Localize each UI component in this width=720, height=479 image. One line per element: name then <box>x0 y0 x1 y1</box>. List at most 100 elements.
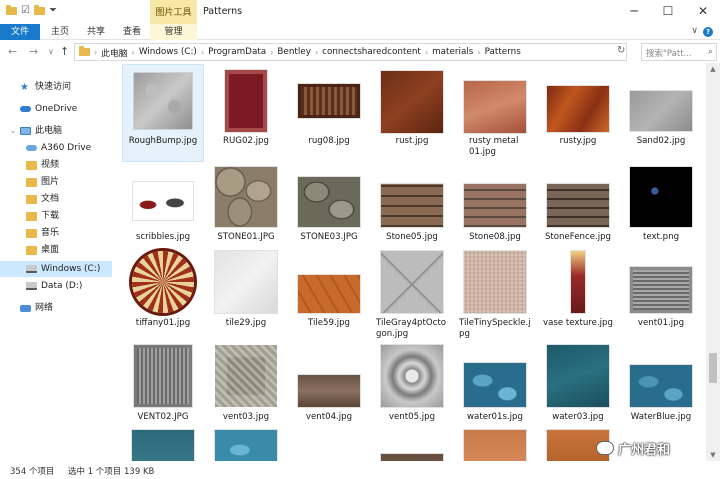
watermark-text: 广州君和 <box>618 442 671 458</box>
close-button[interactable]: ✕ <box>686 0 720 24</box>
file-tile-roughbump[interactable]: RoughBump.jpg <box>122 64 204 162</box>
qat-dropdown-icon[interactable]: ⏷ <box>49 5 57 16</box>
scrollbar-thumb[interactable] <box>709 353 717 383</box>
thumbnail-vent02 <box>134 345 192 407</box>
nav-item-windows-c[interactable]: Windows (C:) <box>0 261 112 277</box>
file-tile-rug08[interactable]: rug08.jpg <box>289 65 369 161</box>
nav-item-desktop[interactable]: 桌面 <box>16 242 59 258</box>
file-tile-water01s[interactable]: water01s.jpg <box>455 345 535 425</box>
file-tile-rusty-metal01[interactable]: rusty metal01.jpg <box>455 65 535 161</box>
file-tile-text[interactable]: text.png <box>621 164 701 248</box>
thumbnail-text <box>630 167 692 227</box>
window-title: Patterns <box>203 6 243 17</box>
minimize-button[interactable]: ─ <box>617 0 651 24</box>
scroll-up-icon[interactable]: ▲ <box>706 63 720 75</box>
breadcrumb-item[interactable]: materials <box>432 47 473 57</box>
nav-item-onedrive[interactable]: OneDrive <box>10 101 77 117</box>
properties-icon[interactable]: ☑ <box>21 5 30 16</box>
file-list: RoughBump.jpg RUG02.jpg rug08.jpg rust.j… <box>121 63 706 461</box>
nav-item-pictures[interactable]: 图片 <box>16 174 59 190</box>
thumbnail-vent04 <box>298 375 360 407</box>
watermark: 广州君和 <box>596 437 670 459</box>
file-tile-water03[interactable]: water03.jpg <box>538 345 618 425</box>
nav-item-data-d[interactable]: Data (D:) <box>16 278 82 294</box>
vertical-scrollbar[interactable]: ▲ ▼ <box>706 63 720 461</box>
network-icon <box>20 304 31 312</box>
nav-item-this-pc[interactable]: ⌄ 此电脑 <box>10 123 62 139</box>
title-bar: ☑ ⏷ 图片工具 Patterns ─ ☐ ✕ <box>0 0 720 24</box>
search-icon: ⌕ <box>707 47 713 57</box>
file-tile-rusty[interactable]: rusty.jpg <box>538 65 618 161</box>
file-tile-vent04[interactable]: vent04.jpg <box>289 345 369 425</box>
breadcrumb-item[interactable]: ProgramData <box>208 47 266 57</box>
tab-manage[interactable]: 管理 <box>150 24 197 40</box>
file-tile-tiletinyspeckle[interactable]: TileTinySpeckle.jpg <box>455 251 535 343</box>
up-arrow-icon[interactable]: ↑ <box>60 45 69 58</box>
thumbnail-stone03 <box>298 177 360 227</box>
file-tile-tilegray4ptoctogon[interactable]: TileGray4ptOctogon.jpg <box>372 251 452 343</box>
ribbon-expand-icon[interactable]: ∨ <box>691 26 698 36</box>
file-tile-waterblue[interactable]: WaterBlue.jpg <box>621 345 701 425</box>
file-tile-vent03[interactable]: vent03.jpg <box>206 345 286 425</box>
file-tile-stone08[interactable]: Stone08.jpg <box>455 164 535 248</box>
thumbnail-rusty-metal01 <box>464 81 526 133</box>
maximize-button[interactable]: ☐ <box>651 0 685 24</box>
new-folder-icon[interactable] <box>33 4 45 15</box>
tab-share[interactable]: 共享 <box>80 24 112 40</box>
navigation-pane: ★ 快速访问 OneDrive ⌄ 此电脑 A360 Drive 视频 图片 文档 … <box>0 63 118 461</box>
file-tile-partial[interactable] <box>455 428 535 461</box>
tab-file[interactable]: 文件 <box>0 24 40 40</box>
file-tile-partial[interactable] <box>206 428 286 461</box>
scroll-down-icon[interactable]: ▼ <box>706 449 720 461</box>
nav-item-network[interactable]: 网络 <box>10 300 53 316</box>
nav-item-quick-access[interactable]: ★ 快速访问 <box>10 79 71 95</box>
file-tile-stone05[interactable]: Stone05.jpg <box>372 164 452 248</box>
thumbnail-tile29 <box>215 251 277 313</box>
file-tile-partial[interactable] <box>372 428 452 461</box>
breadcrumb-item[interactable]: Windows (C:) <box>139 47 197 57</box>
folder-icon <box>26 245 37 255</box>
file-tile-vent05[interactable]: vent05.jpg <box>372 345 452 425</box>
folder-icon <box>26 228 37 238</box>
file-tile-rust[interactable]: rust.jpg <box>372 65 452 161</box>
help-icon[interactable]: ? <box>703 27 713 37</box>
nav-item-music[interactable]: 音乐 <box>16 225 59 241</box>
file-tile-stone01[interactable]: STONE01.JPG <box>206 164 286 248</box>
recent-dropdown-icon[interactable]: ∨ <box>48 47 54 56</box>
file-tile-vent02[interactable]: VENT02.JPG <box>123 345 203 425</box>
file-tile-vent01[interactable]: vent01.jpg <box>621 251 701 343</box>
address-row: ← → ∨ ↑ › 此电脑 › Windows (C:) › ProgramDa… <box>0 41 720 63</box>
file-tile-stone03[interactable]: STONE03.JPG <box>289 164 369 248</box>
file-tile-rug02[interactable]: RUG02.jpg <box>206 65 286 161</box>
file-tile-tiffany01[interactable]: tiffany01.jpg <box>123 251 203 343</box>
file-tile-tile29[interactable]: tile29.jpg <box>206 251 286 343</box>
breadcrumb-item[interactable]: Patterns <box>485 47 521 57</box>
nav-item-downloads[interactable]: 下载 <box>16 208 59 224</box>
address-bar[interactable]: › 此电脑 › Windows (C:) › ProgramData › Ben… <box>74 43 627 61</box>
file-tile-stonefence[interactable]: StoneFence.jpg <box>538 164 618 248</box>
file-tile-vase-texture[interactable]: vase texture.jpg <box>538 251 618 343</box>
thumbnail-stonefence <box>547 184 609 227</box>
status-bar: 354 个项目 选中 1 个项目 139 KB <box>0 461 720 479</box>
tab-home[interactable]: 主页 <box>44 24 76 40</box>
breadcrumb-item[interactable]: 此电脑 <box>101 46 127 59</box>
file-tile-scribbles[interactable]: scribbles.jpg <box>123 164 203 248</box>
forward-arrow-icon[interactable]: → <box>29 45 38 58</box>
back-arrow-icon[interactable]: ← <box>8 45 17 58</box>
thumbnail-tiletinyspeckle <box>464 251 526 313</box>
nav-item-a360-drive[interactable]: A360 Drive <box>16 140 91 156</box>
search-input[interactable]: 搜索"Patt... ⌕ <box>641 43 717 61</box>
file-tile-sand02[interactable]: Sand02.jpg <box>621 65 701 161</box>
thumbnail-partial <box>132 430 194 461</box>
nav-item-videos[interactable]: 视频 <box>16 157 59 173</box>
nav-item-documents[interactable]: 文档 <box>16 191 59 207</box>
chat-bubble-icon <box>596 441 614 455</box>
file-tile-partial[interactable] <box>123 428 203 461</box>
file-tile-tile59[interactable]: Tile59.jpg <box>289 251 369 343</box>
breadcrumb-item[interactable]: Bentley <box>277 47 311 57</box>
tab-view[interactable]: 查看 <box>116 24 148 40</box>
breadcrumb-item[interactable]: connectsharedcontent <box>322 47 421 57</box>
thumbnail-rust <box>381 71 443 133</box>
thumbnail-rug08 <box>298 84 360 118</box>
refresh-icon[interactable]: ↻ <box>617 45 625 56</box>
